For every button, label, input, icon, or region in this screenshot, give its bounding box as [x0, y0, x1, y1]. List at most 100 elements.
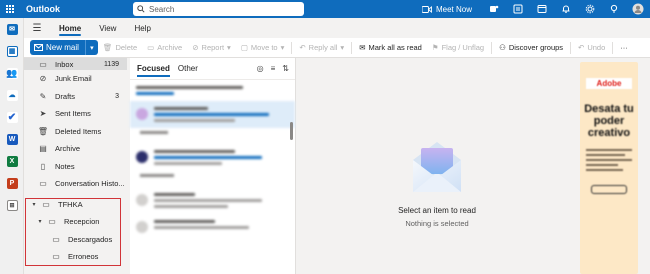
envelope-icon	[34, 44, 43, 51]
folder-label: Archive	[55, 144, 81, 154]
mail-app-icon[interactable]: ✉	[0, 18, 24, 40]
message-list: Focused Other ◎ ≡ ⇅	[130, 58, 296, 274]
hamburger-menu-icon[interactable]: ☰	[24, 23, 50, 34]
move-to-label: Move to	[250, 43, 278, 52]
video-camera-icon	[421, 5, 432, 13]
undo-button[interactable]: ↶ Undo	[573, 38, 610, 58]
excel-app-icon[interactable]: X	[0, 150, 24, 172]
tab-focused[interactable]: Focused	[137, 58, 170, 80]
folder-inbox[interactable]: ▭ Inbox 1139	[24, 58, 127, 70]
folder-deleted-items[interactable]: 🗑 Deleted Items	[24, 123, 127, 141]
folder-label: Drafts	[55, 91, 76, 101]
envelope-open-icon: ✉	[359, 43, 366, 52]
folder-sent-items[interactable]: ➤ Sent Items	[24, 105, 127, 123]
folder-label: Junk Email	[55, 74, 92, 84]
flag-unflag-label: Flag / Unflag	[441, 43, 485, 52]
divider	[570, 41, 572, 54]
folder-icon: ▭	[39, 179, 47, 189]
new-mail-button[interactable]: New mail ▾	[30, 40, 98, 55]
divider	[351, 41, 353, 54]
people-app-icon[interactable]: 👥	[0, 62, 24, 84]
filter-icon[interactable]: ≡	[271, 64, 276, 73]
tab-other[interactable]: Other	[178, 58, 198, 80]
folder-notes[interactable]: ▯ Notes	[24, 158, 127, 176]
ribbon-toolbar: New mail ▾ 🗑 Delete ▭ Archive ⊘ Report ▾ ▢ Mo…	[24, 38, 650, 58]
scrollbar[interactable]	[290, 122, 293, 140]
flag-icon: ⚑	[431, 43, 439, 52]
onenote-feed-icon[interactable]	[506, 0, 530, 18]
reply-all-label: Reply all	[308, 43, 338, 52]
chevron-down-icon[interactable]: ▾	[86, 44, 98, 52]
calendar-app-icon[interactable]: ▦	[0, 40, 24, 62]
message-item[interactable]	[130, 187, 295, 214]
move-to-button[interactable]: ▢ Move to ▾	[236, 38, 290, 58]
ad-brand: Adobe	[586, 78, 632, 89]
folder-conversation-history[interactable]: ▭ Conversation Histo...	[24, 175, 127, 193]
note-icon: ▯	[40, 161, 46, 171]
archive-label: Archive	[157, 43, 183, 52]
folder-drafts[interactable]: ✎ Drafts 3	[24, 88, 127, 106]
folder-label: Sent Items	[55, 109, 91, 119]
powerpoint-app-icon[interactable]: P	[0, 172, 24, 194]
sort-icon[interactable]: ⇅	[282, 64, 289, 73]
message-item[interactable]	[130, 144, 295, 171]
report-button[interactable]: ⊘ Report ▾	[187, 38, 236, 58]
more-options-button[interactable]: ···	[615, 38, 633, 58]
new-mail-label: New mail	[46, 43, 79, 52]
avatar[interactable]	[626, 0, 650, 18]
folder-label: Inbox	[55, 59, 74, 69]
reading-pane: Select an item to read Nothing is select…	[297, 58, 577, 274]
message-item[interactable]	[130, 80, 295, 101]
chevron-down-icon: ▾	[280, 43, 285, 52]
app-rail: ✉ ▦ 👥 ☁ ✔ W X P ⊞	[0, 18, 24, 274]
ad-gutter	[640, 62, 648, 274]
lightbulb-icon[interactable]	[602, 0, 626, 18]
flag-unflag-button[interactable]: ⚑ Flag / Unflag	[427, 38, 489, 58]
ad-cta-button[interactable]	[591, 185, 627, 194]
apps-grid-icon[interactable]: ⊞	[0, 194, 24, 216]
mark-all-read-button[interactable]: ✉ Mark all as read	[354, 38, 427, 58]
app-launcher-icon[interactable]	[0, 0, 20, 18]
send-icon: ➤	[39, 109, 47, 119]
inbox-icon: ▭	[39, 59, 47, 69]
bell-icon[interactable]	[554, 0, 578, 18]
meet-now-button[interactable]: Meet Now	[421, 5, 472, 14]
divider	[291, 41, 293, 54]
folder-archive[interactable]: ▤ Archive	[24, 140, 127, 158]
report-label: Report	[201, 43, 225, 52]
tab-view[interactable]: View	[90, 18, 125, 38]
group-header	[140, 131, 285, 141]
folder-junk-email[interactable]: ⊘ Junk Email	[24, 70, 127, 88]
trash-icon: 🗑	[37, 126, 49, 136]
my-day-icon[interactable]	[530, 0, 554, 18]
tab-help[interactable]: Help	[125, 18, 159, 38]
app-title: Outlook	[26, 4, 60, 14]
ad-banner[interactable]: Adobe Desata tu poder creativo	[580, 62, 638, 274]
divider	[491, 41, 493, 54]
groups-app-icon[interactable]: ☁	[0, 84, 24, 106]
gear-icon[interactable]	[578, 0, 602, 18]
tab-home[interactable]: Home	[50, 18, 90, 38]
reply-all-button[interactable]: ↶ Reply all ▾	[294, 38, 349, 58]
delete-button[interactable]: 🗑 Delete	[98, 38, 142, 58]
search-placeholder: Search	[149, 4, 175, 14]
divider	[612, 41, 614, 54]
highlight-box	[25, 198, 121, 266]
delete-label: Delete	[115, 43, 138, 52]
archive-button[interactable]: ▭ Archive	[142, 38, 187, 58]
message-item[interactable]	[130, 101, 295, 128]
draft-count: 3	[115, 92, 119, 100]
discover-groups-button[interactable]: ⚇ Discover groups	[494, 38, 568, 58]
reading-pane-title: Select an item to read	[398, 206, 476, 215]
todo-app-icon[interactable]: ✔	[0, 106, 24, 128]
folder-label: Deleted Items	[55, 126, 102, 136]
word-app-icon[interactable]: W	[0, 128, 24, 150]
folder-label: Conversation Histo...	[55, 179, 125, 189]
select-icon[interactable]: ◎	[257, 64, 264, 73]
message-item[interactable]	[130, 214, 295, 236]
unread-count: 1139	[103, 60, 119, 68]
discover-groups-label: Discover groups	[508, 43, 564, 52]
search-box[interactable]: Search	[133, 2, 304, 16]
undo-icon: ↶	[578, 43, 585, 52]
teams-icon[interactable]	[482, 0, 506, 18]
